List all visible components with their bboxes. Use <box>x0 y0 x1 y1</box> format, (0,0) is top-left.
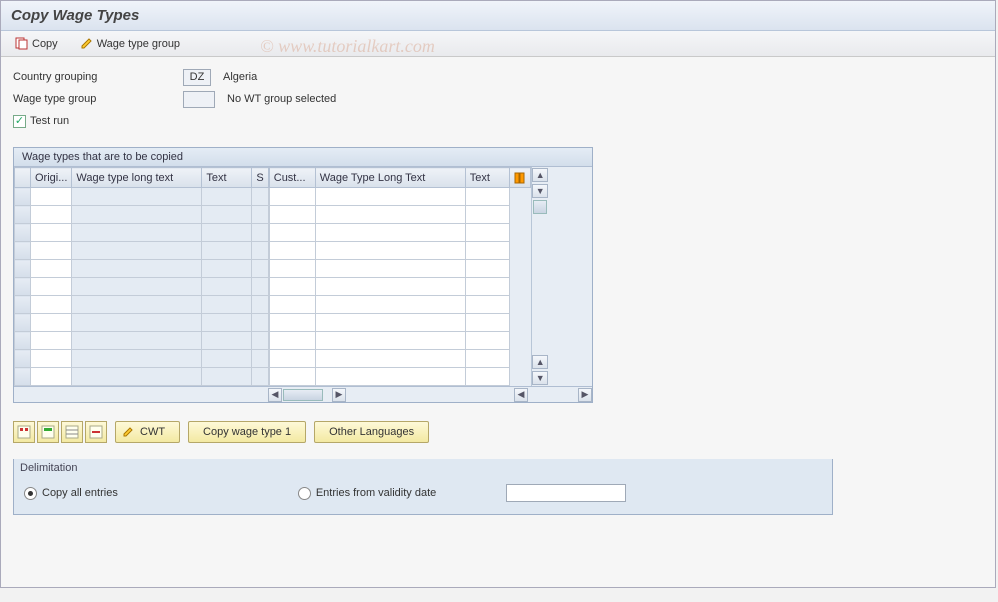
entries-from-date-label: Entries from validity date <box>316 487 436 499</box>
page-title: Copy Wage Types <box>1 1 995 31</box>
scroll-down-button[interactable]: ▼ <box>532 184 548 198</box>
test-run-label: Test run <box>30 115 69 127</box>
cwt-button[interactable]: CWT <box>115 421 180 443</box>
table-row[interactable] <box>269 314 530 332</box>
entries-from-date-radio[interactable] <box>298 487 311 500</box>
hscroll-right-button-2[interactable]: ▶ <box>578 388 592 402</box>
validity-date-input[interactable] <box>506 484 626 502</box>
select-all-button[interactable] <box>13 421 35 443</box>
wage-types-grid-left[interactable]: Origi... Wage type long text Text S <box>14 167 269 386</box>
copy-icon <box>15 37 28 50</box>
hscroll-left[interactable]: ◀ ▶ <box>268 387 346 402</box>
table-row[interactable] <box>269 368 530 386</box>
app-toolbar: Copy Wage type group <box>1 31 995 57</box>
wage-types-grid-right[interactable]: Cust... Wage Type Long Text Text <box>269 167 531 386</box>
scroll-thumb[interactable] <box>533 200 547 214</box>
copy-all-entries-label: Copy all entries <box>42 487 118 499</box>
action-button-row: CWT Copy wage type 1 Other Languages <box>1 411 995 453</box>
hscroll-thumb-left[interactable] <box>283 389 323 401</box>
grid-icon-button[interactable] <box>61 421 83 443</box>
pencil-icon <box>80 37 93 50</box>
copy-wage-type-1-button[interactable]: Copy wage type 1 <box>188 421 306 443</box>
table-row[interactable] <box>15 188 269 206</box>
wage-type-group-label: Wage type group <box>13 93 183 105</box>
hscroll-right-button[interactable]: ▶ <box>332 388 346 402</box>
copy-button[interactable]: Copy <box>9 35 64 52</box>
col-text-right[interactable]: Text <box>465 168 509 188</box>
table-settings-icon <box>514 172 526 184</box>
wage-type-group-button-label: Wage type group <box>97 38 180 50</box>
copy-button-label: Copy <box>32 38 58 50</box>
table-row[interactable] <box>269 206 530 224</box>
table-row[interactable] <box>269 224 530 242</box>
table-row[interactable] <box>269 296 530 314</box>
wage-type-group-button[interactable]: Wage type group <box>74 35 186 52</box>
hscroll-right[interactable]: ◀ ▶ <box>514 387 592 402</box>
wage-type-group-input[interactable] <box>183 91 215 108</box>
table-config-button[interactable] <box>509 168 530 188</box>
delimitation-group: Delimitation Copy all entries Entries fr… <box>13 459 833 515</box>
col-wt-long-text-left[interactable]: Wage type long text <box>72 168 202 188</box>
delete-row-button[interactable] <box>85 421 107 443</box>
table-row[interactable] <box>15 242 269 260</box>
deselect-all-icon <box>41 425 55 439</box>
wage-type-group-desc: No WT group selected <box>227 93 336 105</box>
copy-wage-type-1-label: Copy wage type 1 <box>203 426 291 438</box>
select-all-icon <box>17 425 31 439</box>
hscroll-left-button[interactable]: ◀ <box>268 388 282 402</box>
col-text-left[interactable]: Text <box>202 168 252 188</box>
deselect-all-button[interactable] <box>37 421 59 443</box>
table-row[interactable] <box>15 332 269 350</box>
country-grouping-desc: Algeria <box>223 71 257 83</box>
table-row[interactable] <box>15 260 269 278</box>
table-row[interactable] <box>269 242 530 260</box>
country-grouping-input[interactable] <box>183 69 211 86</box>
other-languages-label: Other Languages <box>329 426 414 438</box>
table-row[interactable] <box>269 188 530 206</box>
table-row[interactable] <box>15 206 269 224</box>
copy-all-entries-radio[interactable] <box>24 487 37 500</box>
table-row[interactable] <box>15 224 269 242</box>
col-s[interactable]: S <box>252 168 268 188</box>
wage-types-table-title: Wage types that are to be copied <box>14 148 592 167</box>
grid-icon <box>65 425 79 439</box>
test-run-checkbox[interactable] <box>13 115 26 128</box>
pencil-icon <box>122 426 134 438</box>
table-row[interactable] <box>269 260 530 278</box>
scroll-up-button-2[interactable]: ▲ <box>532 355 548 369</box>
col-wt-long-text-right[interactable]: Wage Type Long Text <box>315 168 465 188</box>
wage-types-table-section: Wage types that are to be copied Origi..… <box>13 147 593 403</box>
table-row[interactable] <box>269 278 530 296</box>
table-row[interactable] <box>15 368 269 386</box>
table-row[interactable] <box>15 278 269 296</box>
table-row[interactable] <box>269 350 530 368</box>
delimitation-title: Delimitation <box>14 459 832 479</box>
scroll-track[interactable] <box>532 199 548 354</box>
col-customer[interactable]: Cust... <box>269 168 315 188</box>
table-row[interactable] <box>15 296 269 314</box>
vertical-scrollbar[interactable]: ▲ ▼ ▲ ▼ <box>531 167 549 386</box>
table-row[interactable] <box>15 350 269 368</box>
delete-row-icon <box>89 425 103 439</box>
col-original[interactable]: Origi... <box>31 168 72 188</box>
other-languages-button[interactable]: Other Languages <box>314 421 429 443</box>
selection-form: Country grouping Algeria Wage type group… <box>1 57 995 139</box>
table-row[interactable] <box>15 314 269 332</box>
cwt-button-label: CWT <box>140 426 165 438</box>
scroll-up-button[interactable]: ▲ <box>532 168 548 182</box>
country-grouping-label: Country grouping <box>13 71 183 83</box>
hscroll-left-button-2[interactable]: ◀ <box>514 388 528 402</box>
table-row[interactable] <box>269 332 530 350</box>
scroll-down-button-2[interactable]: ▼ <box>532 371 548 385</box>
